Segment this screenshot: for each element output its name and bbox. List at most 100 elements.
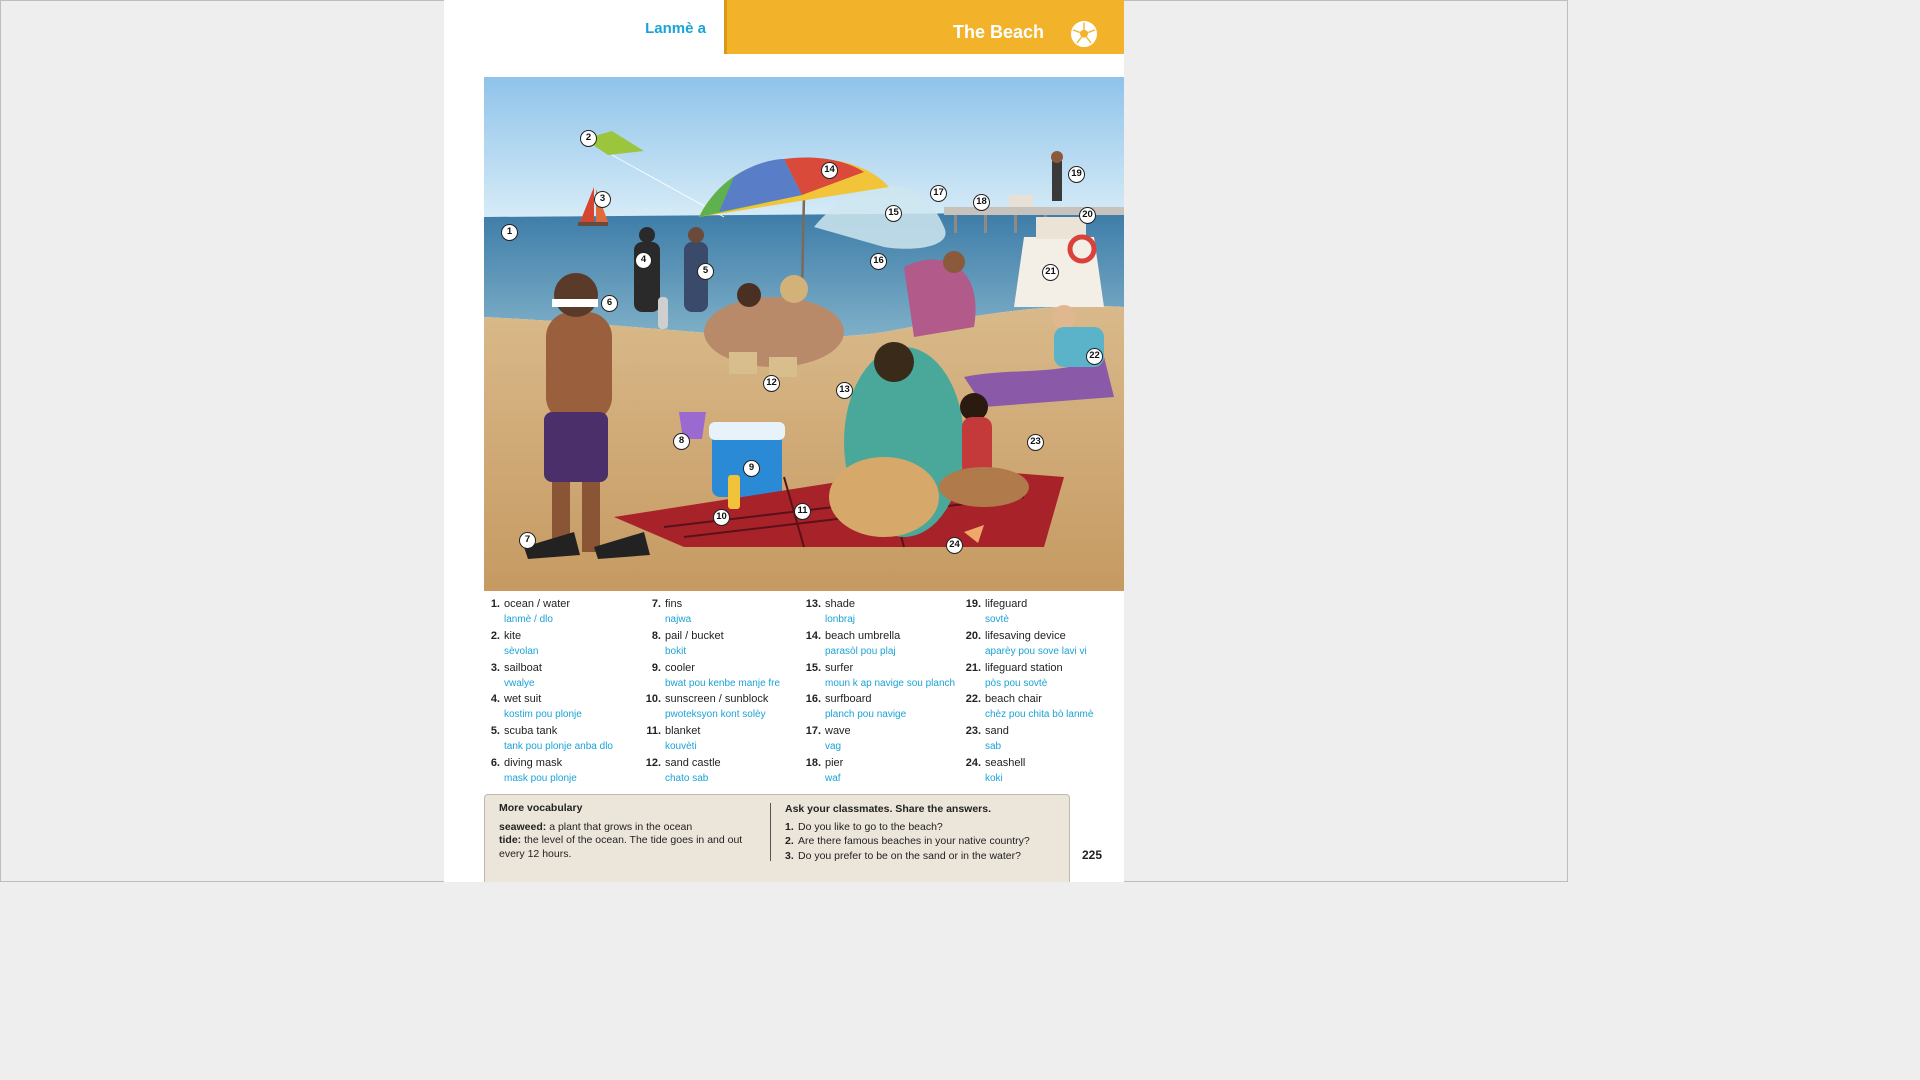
vocab-term: sailboat: [504, 661, 542, 674]
vocab-item: 23. sand sab: [965, 723, 1119, 755]
vocab-number: 20.: [965, 629, 981, 642]
vocab-number: 4.: [490, 693, 500, 706]
vocab-number: 21.: [965, 661, 981, 674]
definition-text: a plant that grows in the ocean: [546, 820, 693, 833]
vocab-term: kite: [504, 629, 522, 642]
vocab-translation: aparèy pou sove lavi vi: [985, 645, 1087, 657]
vocab-translation: chèz pou chita bò lanmè: [985, 709, 1094, 721]
marker-20[interactable]: 20: [1079, 207, 1096, 224]
vocab-translation: waf: [825, 772, 841, 784]
vocab-column-1: 1. ocean / water lanmè / dlo 2. kite sèvolan…: [488, 596, 638, 787]
vocab-number: 15.: [805, 661, 821, 674]
marker-24[interactable]: 24: [946, 537, 963, 554]
vocab-term: sand: [985, 725, 1009, 738]
vocab-term: blanket: [665, 725, 701, 738]
vocab-item: 17. wave vag: [805, 723, 964, 755]
vocab-translation: lonbraj: [825, 614, 856, 625]
vocab-number: 9.: [651, 661, 661, 674]
marker-16[interactable]: 16: [870, 253, 887, 270]
vocab-term: lifesaving device: [985, 629, 1066, 642]
vocab-term: beach umbrella: [825, 629, 901, 642]
marker-7[interactable]: 7: [519, 532, 536, 549]
vocab-number: 24.: [965, 756, 981, 769]
vocab-term: seashell: [985, 756, 1026, 769]
vocab-translation: bokit: [665, 645, 687, 657]
cooler: [709, 422, 785, 497]
question-number: 2.: [785, 835, 794, 847]
marker-13[interactable]: 13: [836, 382, 853, 399]
marker-4[interactable]: 4: [635, 252, 652, 269]
vocab-item: 16. surfboard planch pou navige: [806, 691, 964, 723]
vocab-term: scuba tank: [504, 725, 558, 738]
vocab-item: 13. shade lonbraj: [805, 596, 964, 628]
vocab-item: 20. lifesaving device aparèy pou sove lavi…: [965, 628, 1119, 660]
vocab-translation: vag: [825, 741, 842, 753]
vocab-translation: vwalye: [504, 677, 535, 689]
vocab-number: 14.: [805, 629, 821, 642]
vocab-item: 14. beach umbrella parasòl pou plaj: [805, 628, 964, 660]
marker-19[interactable]: 19: [1068, 166, 1085, 183]
info-box: More vocabulary seaweed: a plant that gr…: [484, 794, 1070, 882]
definition-text: the level of the ocean. The tide goes in…: [499, 834, 743, 860]
question-item: 2. Are there famous beaches in your nativ…: [785, 834, 1065, 849]
vocab-term: pail / bucket: [665, 629, 724, 642]
vocab-translation: moun k ap navige sou planch: [825, 677, 956, 689]
marker-12[interactable]: 12: [763, 375, 780, 392]
vocab-translation: sovtè: [985, 614, 1009, 625]
marker-10[interactable]: 10: [713, 509, 730, 526]
marker-8[interactable]: 8: [673, 433, 690, 450]
vocab-number: 13.: [805, 598, 821, 610]
vocab-item: 3. sailboat vwalye: [488, 660, 638, 692]
vocab-term: fins: [665, 598, 683, 610]
marker-22[interactable]: 22: [1086, 348, 1103, 365]
vocab-item: 4. wet suit kostim pou plonje: [488, 691, 638, 723]
vocab-translation: lanmè / dlo: [504, 614, 553, 625]
page-title: The Beach: [952, 22, 1044, 42]
question-text: Do you like to go to the beach?: [798, 820, 943, 833]
marker-5[interactable]: 5: [697, 263, 714, 280]
vocab-number: 17.: [805, 725, 821, 738]
question-item: 3. Do you prefer to be on the sand or in …: [785, 849, 1065, 864]
vocab-term: sunscreen / sunblock: [665, 693, 769, 706]
question-item: 1. Do you like to go to the beach?: [785, 820, 1065, 835]
ask-classmates-title: Ask your classmates. Share the answers.: [785, 803, 992, 815]
ask-classmates: Ask your classmates. Share the answers. …: [785, 802, 1065, 863]
marker-1[interactable]: 1: [501, 224, 518, 241]
vocab-item: 21. lifeguard station pòs pou sovtè: [965, 660, 1119, 692]
vocab-term: wet suit: [504, 693, 542, 706]
marker-18[interactable]: 18: [973, 194, 990, 211]
vocab-item: 8. pail / bucket bokit: [649, 628, 804, 660]
vocab-translation: parasòl pou plaj: [825, 645, 896, 657]
vocab-translation: mask pou plonje: [504, 772, 577, 784]
vocab-item: 19. lifeguard sovtè: [965, 596, 1119, 628]
vocab-item: 22. beach chair chèz pou chita bò lanmè: [965, 691, 1119, 723]
marker-11[interactable]: 11: [794, 503, 811, 520]
marker-17[interactable]: 17: [930, 185, 947, 202]
vocab-item: 10. sunscreen / sunblock pwoteksyon kont s…: [646, 691, 804, 723]
marker-9[interactable]: 9: [743, 460, 760, 477]
vocab-number: 19.: [965, 598, 981, 610]
vocab-translation: pòs pou sovtè: [985, 677, 1048, 689]
vocab-number: 22.: [965, 693, 981, 706]
marker-2[interactable]: 2: [580, 130, 597, 147]
vocab-term: wave: [825, 725, 851, 738]
vocab-term: pier: [825, 756, 844, 769]
definition-tide: tide: the level of the ocean. The tide g…: [499, 834, 764, 861]
textbook-page[interactable]: Lanmè a The Beach 1 2 3 4 5 6 7 8 9 10 1…: [444, 0, 1124, 882]
marker-3[interactable]: 3: [594, 191, 611, 208]
marker-21[interactable]: 21: [1042, 264, 1059, 281]
marker-6[interactable]: 6: [601, 295, 618, 312]
marker-14[interactable]: 14: [821, 162, 838, 179]
vocab-number: 23.: [965, 725, 981, 738]
vocab-number: 2.: [490, 629, 500, 642]
marker-15[interactable]: 15: [885, 205, 902, 222]
question-text: Are there famous beaches in your native …: [798, 835, 1030, 847]
vocab-item: 18. pier waf: [806, 755, 964, 787]
more-vocabulary-title: More vocabulary: [499, 802, 583, 814]
vocab-item: 9. cooler bwat pou kenbe manje fre: [649, 660, 804, 692]
definition-seaweed: seaweed: a plant that grows in the ocean: [499, 821, 764, 835]
vocab-number: 6.: [490, 756, 500, 769]
vocab-item: 15. surfer moun k ap navige sou planch: [805, 660, 964, 692]
vocab-translation: koki: [985, 772, 1003, 784]
marker-23[interactable]: 23: [1027, 434, 1044, 451]
